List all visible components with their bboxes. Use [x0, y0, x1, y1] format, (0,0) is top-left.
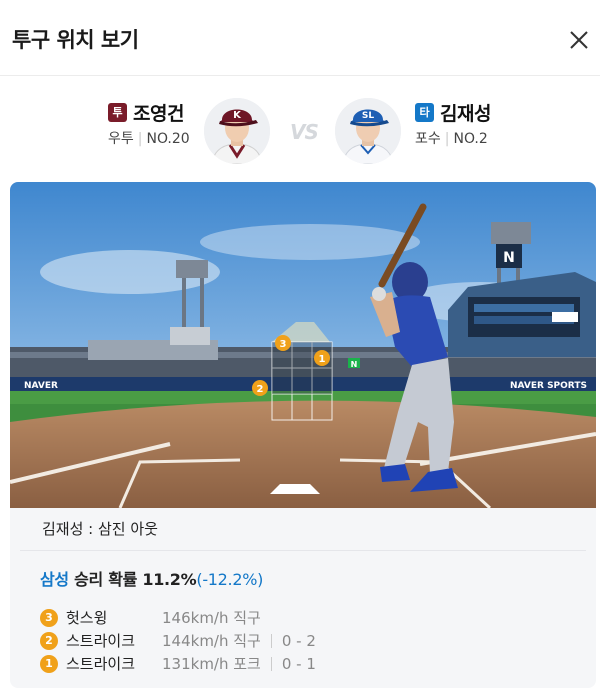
matchup: 투 조영건 우투 | NO.20 K VS SL 타 김재성 포수 | NO.2 [0, 90, 600, 170]
win-prob-delta: (-12.2%) [196, 570, 264, 589]
pitch-location-view: N NAVER NAVER SPORTS N 3 1 2 [10, 182, 596, 508]
win-prob-value: 11.2% [142, 570, 197, 589]
pitch-number-badge: 3 [40, 608, 58, 627]
pitch-marker-3: 3 [275, 335, 291, 351]
batter-number: NO.2 [453, 131, 488, 147]
win-prob-team: 삼성 [40, 570, 69, 589]
close-icon[interactable] [566, 27, 592, 53]
pitcher-hand: 우투 [108, 131, 134, 147]
batter-info: 타 김재성 포수 | NO.2 [415, 98, 491, 148]
pitch-marker-1: 1 [314, 350, 330, 366]
at-bat-result: 김재성 : 삼진 아웃 [42, 520, 158, 538]
pitch-row: 1 스트라이크 131km/h 포크 0 - 1 [40, 652, 580, 675]
batter-avatar[interactable]: SL [335, 98, 401, 164]
svg-text:K: K [233, 110, 242, 121]
svg-text:3: 3 [280, 339, 287, 350]
divider [20, 550, 586, 551]
pitch-row: 2 스트라이크 144km/h 직구 0 - 2 [40, 629, 580, 652]
pitch-marker-2: 2 [252, 380, 268, 396]
win-probability: 삼성 승리 확률 11.2%(-12.2%) [40, 566, 263, 590]
ad-board-text-2: NAVER SPORTS [510, 381, 587, 391]
pitch-count: 0 - 2 [270, 633, 316, 648]
stadium-illustration: N NAVER NAVER SPORTS N 3 1 2 [10, 182, 596, 508]
pitcher-number: NO.20 [146, 131, 190, 147]
pitch-row: 3 헛스윙 146km/h 직구 [40, 606, 580, 629]
pitch-number-badge: 2 [40, 631, 58, 650]
pitch-speed-type: 144km/h 직구 [162, 632, 261, 650]
pitcher-avatar[interactable]: K [204, 98, 270, 164]
result-card: 김재성 : 삼진 아웃 삼성 승리 확률 11.2%(-12.2%) 3 헛스윙… [10, 508, 596, 688]
pitch-list: 3 헛스윙 146km/h 직구 2 스트라이크 144km/h 직구 0 - … [40, 606, 580, 675]
win-prob-label: 승리 확률 [74, 570, 138, 589]
pitcher-badge: 투 [108, 102, 127, 122]
pitch-speed-type: 131km/h 포크 [162, 655, 261, 673]
pitch-result: 헛스윙 [66, 609, 108, 627]
svg-text:2: 2 [257, 384, 264, 395]
ad-board-text: NAVER [24, 381, 58, 391]
pitch-number-badge: 1 [40, 654, 58, 673]
batter-position: 포수 [415, 131, 441, 147]
batter-badge: 타 [415, 102, 434, 122]
naver-sign-letter: N [351, 360, 358, 369]
svg-text:SL: SL [362, 111, 374, 121]
pitch-speed-type: 146km/h 직구 [162, 609, 261, 627]
vs-label: VS [290, 120, 319, 144]
scoreboard-letter: N [503, 250, 515, 266]
pitch-count: 0 - 1 [270, 656, 316, 671]
svg-text:1: 1 [319, 354, 326, 365]
batter-name[interactable]: 김재성 [440, 99, 491, 126]
pitch-result: 스트라이크 [66, 655, 136, 673]
dialog-title: 투구 위치 보기 [12, 28, 139, 52]
pitcher-info: 투 조영건 우투 | NO.20 [108, 98, 190, 148]
pitch-result: 스트라이크 [66, 632, 136, 650]
dialog-header: 투구 위치 보기 [0, 0, 600, 76]
pitcher-name[interactable]: 조영건 [133, 99, 184, 126]
